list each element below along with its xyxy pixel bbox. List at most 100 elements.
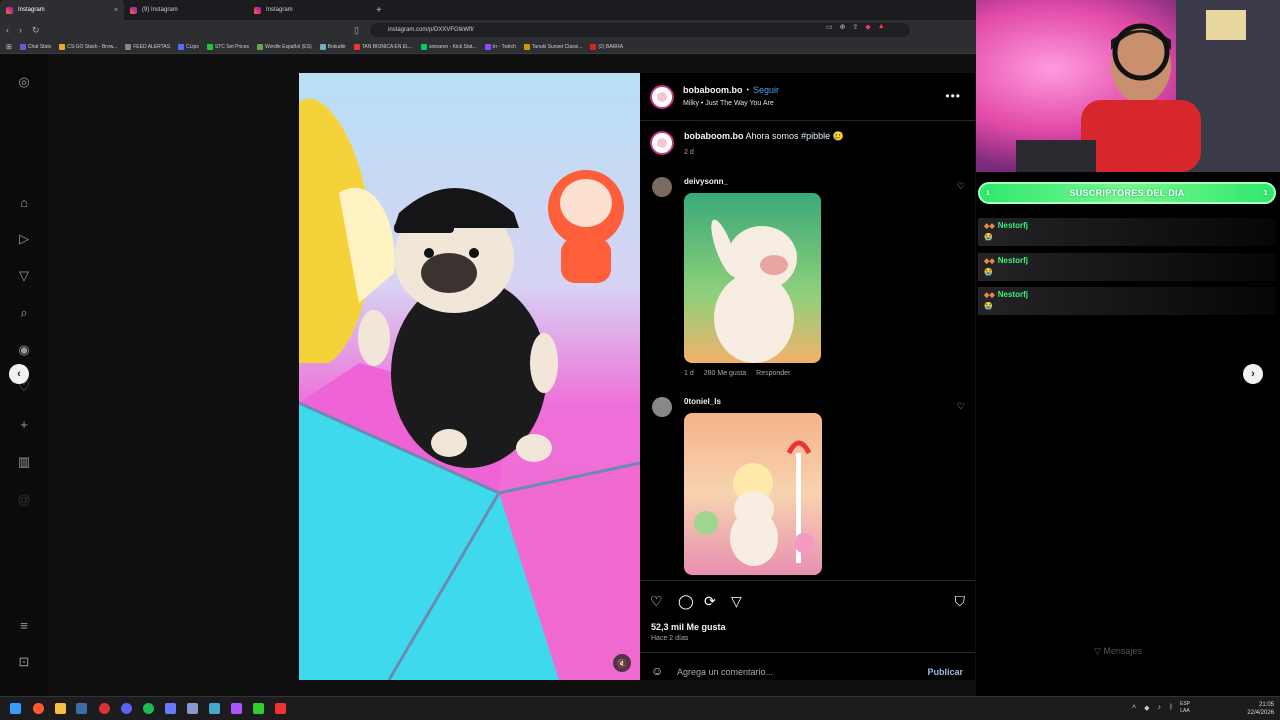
- home-icon[interactable]: ⌂: [16, 194, 32, 210]
- bookmark-item[interactable]: CS:GO Stash - Brow...: [59, 43, 117, 50]
- reply-button[interactable]: Responder: [756, 370, 790, 377]
- direct-icon[interactable]: ▽: [16, 268, 32, 284]
- bookmark-item[interactable]: sionaron - Kick Stat...: [421, 43, 477, 50]
- post-header: bobaboom.bo • Seguir Milky • Just The Wa…: [640, 73, 975, 121]
- likes-count[interactable]: 52,3 mil Me gusta: [651, 622, 726, 632]
- app-icon[interactable]: [253, 703, 264, 714]
- chrome-icon[interactable]: [99, 703, 110, 714]
- cast-icon[interactable]: ▭: [826, 23, 833, 31]
- comment-image[interactable]: [684, 193, 821, 363]
- language-indicator[interactable]: ESP LAA: [1180, 701, 1190, 715]
- next-post-button[interactable]: ›: [1243, 364, 1263, 384]
- address-text: instagram.com/p/DXXVFGtkWfl/: [388, 27, 474, 33]
- bookmark-item[interactable]: Bokudle: [319, 43, 346, 50]
- post-video[interactable]: [299, 73, 640, 680]
- bookmark-item[interactable]: TAN BIONICA EN EL...: [353, 43, 413, 50]
- like-icon[interactable]: ♡: [650, 593, 663, 610]
- author-username[interactable]: bobaboom.bo: [683, 85, 743, 95]
- search-icon[interactable]: ⌕: [16, 305, 32, 321]
- comment-input[interactable]: Agrega un comentario...: [677, 667, 773, 677]
- forward-icon[interactable]: ›: [19, 25, 22, 35]
- bookmark-item[interactable]: Tanuki Sunset Classi...: [523, 43, 582, 50]
- steam-icon[interactable]: [76, 703, 87, 714]
- reels-icon[interactable]: ▷: [16, 231, 32, 247]
- prev-post-button[interactable]: ‹: [9, 364, 29, 384]
- app-icon[interactable]: [187, 703, 198, 714]
- tab-label: Instagram: [18, 7, 45, 13]
- post-actions: ♡ ◯ ⟳ ▽ ⛉ 52,3 mil Me gusta Hace 2 días …: [640, 580, 975, 680]
- commenter-username[interactable]: 0toniel_ls: [684, 397, 721, 406]
- messages-label: Mensajes: [1103, 646, 1142, 656]
- share-icon[interactable]: ⇪: [853, 23, 859, 31]
- instagram-logo-icon[interactable]: ◎: [16, 74, 32, 90]
- comment-likes[interactable]: 280 Me gusta: [704, 370, 746, 377]
- rewards-icon[interactable]: ▲: [878, 23, 885, 31]
- tab-instagram-active[interactable]: Instagram ×: [0, 0, 124, 20]
- discord-icon[interactable]: [121, 703, 132, 714]
- start-icon[interactable]: [10, 703, 21, 714]
- explore-icon[interactable]: ◉: [16, 342, 32, 358]
- close-tab-icon[interactable]: ×: [114, 7, 118, 14]
- mic-icon[interactable]: ♪: [1157, 704, 1161, 712]
- threads-icon[interactable]: @: [16, 491, 32, 507]
- commenter-avatar[interactable]: [652, 397, 672, 417]
- menu-icon[interactable]: ≡: [16, 617, 32, 633]
- bookmark-item[interactable]: (2) BARRA: [590, 43, 623, 50]
- create-icon[interactable]: +: [16, 416, 32, 432]
- caption-avatar[interactable]: [650, 131, 674, 155]
- back-icon[interactable]: ‹: [6, 25, 9, 35]
- messages-button[interactable]: ▽ Mensajes: [1094, 646, 1142, 657]
- subs-title: SUSCRIPTORES DEL DIA: [1069, 188, 1185, 198]
- subs-count-left: 1: [986, 189, 991, 197]
- clock[interactable]: 21:05 22/4/2026: [1247, 701, 1274, 717]
- bookmark-page-icon[interactable]: ▯: [354, 25, 359, 36]
- bookmark-item[interactable]: Wordle Español (ES): [257, 43, 312, 50]
- instagram-favicon-icon: [130, 6, 137, 14]
- comment-icon[interactable]: ◯: [678, 593, 694, 610]
- follow-button[interactable]: Seguir: [753, 85, 779, 95]
- tab-instagram-3[interactable]: Instagram: [248, 0, 372, 20]
- share-post-icon[interactable]: ▽: [731, 593, 742, 610]
- comment-like-icon[interactable]: ♡: [957, 401, 965, 412]
- network-icon[interactable]: ◆: [1144, 704, 1149, 712]
- audio-track[interactable]: Milky • Just The Way You Are: [683, 100, 774, 107]
- more-options-icon[interactable]: •••: [945, 89, 961, 103]
- save-icon[interactable]: ⛉: [955, 593, 966, 610]
- comment-like-icon[interactable]: ♡: [957, 181, 965, 192]
- apps-icon[interactable]: ⊞: [6, 43, 12, 51]
- app-icon[interactable]: [275, 703, 286, 714]
- mute-icon[interactable]: 🔇: [613, 654, 631, 672]
- caption-hashtag[interactable]: #pibble: [801, 131, 830, 141]
- comment-item: deivysonn_ ♡ 1 d 280 Me gusta Responder: [640, 173, 975, 383]
- bookmark-item[interactable]: FEED ALERTAS: [125, 43, 170, 50]
- new-tab-button[interactable]: +: [376, 5, 382, 16]
- brave-icon[interactable]: [33, 703, 44, 714]
- comment-image[interactable]: [684, 413, 822, 575]
- commenter-username[interactable]: deivysonn_: [684, 177, 728, 186]
- bookmark-item[interactable]: trr - Twitch: [484, 43, 516, 50]
- bookmark-item[interactable]: STC Set Prices: [206, 43, 249, 50]
- shield-icon[interactable]: ◆: [865, 23, 870, 31]
- zoom-icon[interactable]: ⊕: [840, 23, 846, 31]
- bookmark-item[interactable]: Chat Stats: [19, 43, 51, 50]
- commenter-avatar[interactable]: [652, 177, 672, 197]
- tab-instagram-2[interactable]: (9) Instagram: [124, 0, 248, 20]
- bookmark-item[interactable]: CLips: [178, 43, 199, 50]
- spotify-icon[interactable]: [143, 703, 154, 714]
- chat-message: ◆◆ Nestorfj 😭: [978, 253, 1276, 281]
- bluetooth-icon[interactable]: ᛒ: [1169, 704, 1173, 712]
- chevron-up-icon[interactable]: ˄: [1132, 704, 1136, 712]
- dashboard-icon[interactable]: ▥: [16, 454, 32, 470]
- app-icon[interactable]: [231, 703, 242, 714]
- caption-username[interactable]: bobaboom.bo: [684, 131, 744, 141]
- app-icon[interactable]: [165, 703, 176, 714]
- publish-button[interactable]: Publicar: [927, 667, 963, 677]
- reload-icon[interactable]: ↻: [32, 25, 40, 36]
- repost-icon[interactable]: ⟳: [704, 593, 716, 610]
- more-apps-icon[interactable]: ⊡: [16, 654, 32, 670]
- caption-text: Ahora somos: [745, 131, 799, 141]
- author-avatar[interactable]: [650, 85, 674, 109]
- file-explorer-icon[interactable]: [55, 703, 66, 714]
- app-icon[interactable]: [209, 703, 220, 714]
- emoji-icon[interactable]: ☺: [651, 664, 663, 678]
